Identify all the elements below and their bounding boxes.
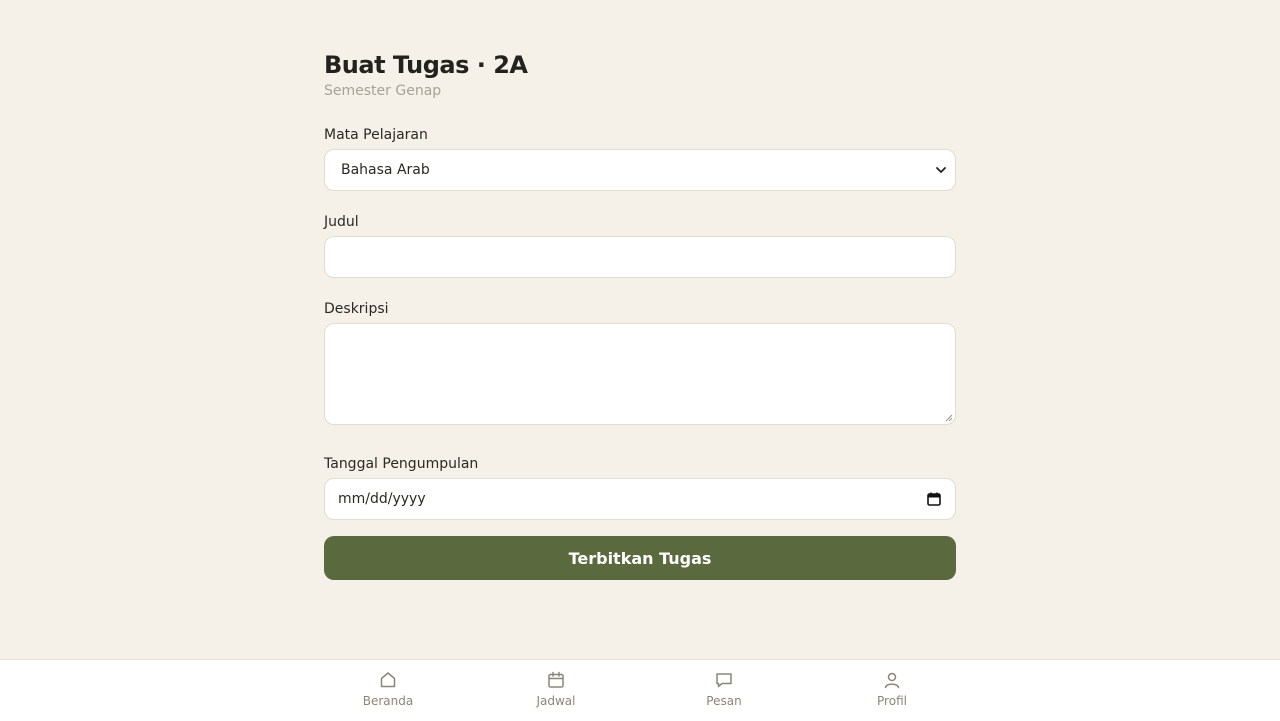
- chevron-down-icon: [936, 167, 946, 173]
- page-title: Buat Tugas · 2A: [324, 51, 528, 79]
- due-date-input[interactable]: mm/dd/yyyy: [324, 478, 956, 520]
- nav-item-profile[interactable]: Profil: [847, 670, 937, 709]
- create-assignment-form: Buat Tugas · 2A Semester Genap Mata Pela…: [324, 50, 956, 580]
- calendar-icon: [548, 671, 564, 688]
- page-subtitle: Semester Genap: [324, 83, 442, 99]
- due-date-label: Tanggal Pengumpulan: [324, 456, 479, 472]
- due-date-placeholder: mm/dd/yyyy: [338, 491, 426, 507]
- nav-item-label: Jadwal: [536, 694, 576, 708]
- title-input[interactable]: [324, 236, 956, 278]
- user-icon: [884, 672, 900, 689]
- calendar-picker-icon[interactable]: [927, 492, 941, 506]
- subject-select[interactable]: Bahasa Arab: [324, 149, 956, 191]
- nav-item-home[interactable]: Beranda: [343, 670, 433, 709]
- nav-item-schedule[interactable]: Jadwal: [511, 670, 601, 709]
- nav-item-messages[interactable]: Pesan: [679, 670, 769, 709]
- publish-assignment-button[interactable]: Terbitkan Tugas: [324, 536, 956, 580]
- nav-item-label: Profil: [877, 694, 907, 708]
- resize-handle-icon[interactable]: [945, 414, 953, 422]
- title-label: Judul: [324, 214, 359, 230]
- description-label: Deskripsi: [324, 301, 389, 317]
- nav-item-label: Beranda: [362, 694, 414, 708]
- description-textarea[interactable]: [324, 323, 956, 425]
- home-icon: [380, 672, 396, 688]
- subject-label: Mata Pelajaran: [324, 127, 428, 143]
- bottom-navigation: Beranda Jadwal Pesan Profil: [0, 659, 1280, 721]
- nav-item-label: Pesan: [706, 694, 742, 708]
- subject-select-value: Bahasa Arab: [341, 162, 430, 178]
- message-icon: [716, 673, 732, 688]
